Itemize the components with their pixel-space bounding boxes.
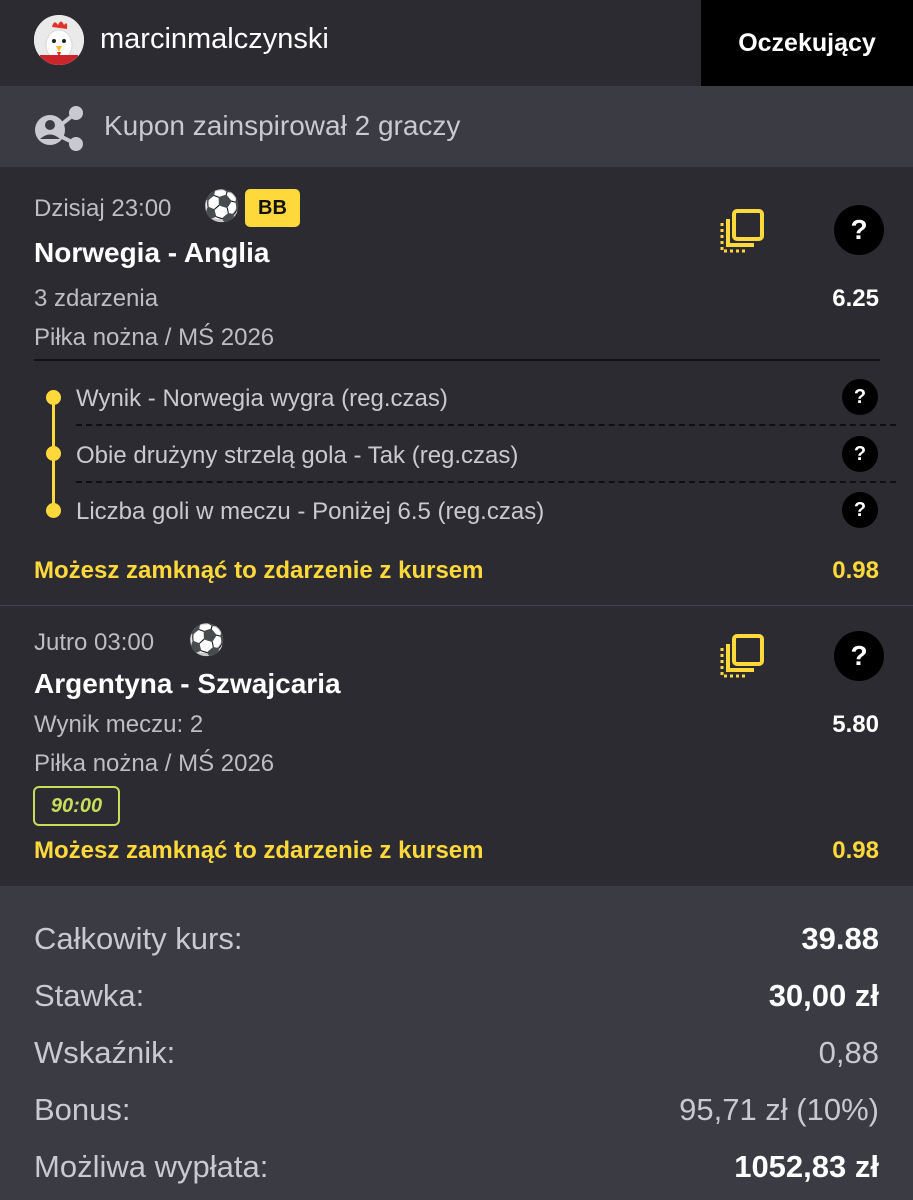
event-market: 3 zdarzenia bbox=[34, 285, 159, 312]
share-network-icon bbox=[35, 106, 83, 151]
event-card: Jutro 03:00 ⚽ ? Argentyna - Szwajcaria W… bbox=[0, 606, 913, 886]
cashout-odds[interactable]: 0.98 bbox=[832, 557, 879, 585]
stake-label: Stawka: bbox=[34, 978, 145, 1013]
username[interactable]: marcinmalczynski bbox=[100, 23, 329, 56]
cashout-link[interactable]: Możesz zamknąć to zdarzenie z kursem bbox=[34, 837, 483, 865]
divider bbox=[34, 359, 880, 361]
coupon-summary: Całkowity kurs: 39.88 Stawka: 30,00 zł W… bbox=[0, 886, 913, 1200]
event-odds: 6.25 bbox=[832, 285, 879, 312]
copy-icon[interactable] bbox=[720, 209, 766, 253]
help-button[interactable]: ? bbox=[834, 205, 884, 255]
bonus-value: 95,71 zł (10%) bbox=[679, 1092, 879, 1127]
inspired-text: Kupon zainspirował 2 graczy bbox=[104, 110, 461, 141]
selection-item: Liczba goli w meczu - Poniżej 6.5 (reg.c… bbox=[76, 498, 545, 525]
help-button[interactable]: ? bbox=[834, 631, 884, 681]
timeline-dot bbox=[46, 390, 61, 405]
inspired-banner[interactable]: Kupon zainspirował 2 graczy bbox=[0, 86, 913, 167]
event-league: Piłka nożna / MŚ 2026 bbox=[34, 750, 275, 777]
total-odds-label: Całkowity kurs: bbox=[34, 921, 243, 956]
cashout-link[interactable]: Możesz zamknąć to zdarzenie z kursem bbox=[34, 557, 483, 585]
event-odds: 5.80 bbox=[832, 711, 879, 738]
cashout-odds[interactable]: 0.98 bbox=[832, 837, 879, 865]
avatar[interactable] bbox=[34, 15, 84, 65]
payout-value: 1052,83 zł bbox=[734, 1149, 879, 1184]
status-button[interactable]: Oczekujący bbox=[701, 0, 913, 86]
timeline-dot bbox=[46, 446, 61, 461]
payout-label: Możliwa wypłata: bbox=[34, 1149, 269, 1184]
soccer-ball-icon: ⚽ bbox=[203, 190, 241, 223]
event-teams[interactable]: Norwegia - Anglia bbox=[34, 237, 269, 269]
event-card: Dzisiaj 23:00 ⚽ BB ? Norwegia - Anglia 3… bbox=[0, 167, 913, 605]
soccer-ball-icon: ⚽ bbox=[188, 624, 226, 657]
ratio-label: Wskaźnik: bbox=[34, 1035, 176, 1070]
selection-help-button[interactable]: ? bbox=[842, 379, 878, 415]
selection-item: Wynik - Norwegia wygra (reg.czas) bbox=[76, 385, 448, 412]
selection-help-button[interactable]: ? bbox=[842, 492, 878, 528]
stake-value: 30,00 zł bbox=[768, 978, 879, 1013]
selection-item: Obie drużyny strzelą gola - Tak (reg.cza… bbox=[76, 442, 519, 469]
dashed-divider bbox=[76, 424, 896, 426]
event-league: Piłka nożna / MŚ 2026 bbox=[34, 324, 275, 351]
bet-builder-badge: BB bbox=[245, 189, 300, 227]
event-datetime: Jutro 03:00 bbox=[34, 629, 155, 656]
match-time-chip: 90:00 bbox=[33, 786, 120, 826]
rooster-icon bbox=[34, 15, 84, 65]
timeline-dot bbox=[46, 503, 61, 518]
ratio-value: 0,88 bbox=[818, 1035, 879, 1070]
event-teams[interactable]: Argentyna - Szwajcaria bbox=[34, 668, 341, 700]
bonus-label: Bonus: bbox=[34, 1092, 131, 1127]
coupon-header: marcinmalczynski Oczekujący bbox=[0, 0, 913, 86]
event-datetime: Dzisiaj 23:00 bbox=[34, 195, 172, 222]
dashed-divider bbox=[76, 481, 896, 483]
event-market: Wynik meczu: 2 bbox=[34, 711, 204, 738]
total-odds-value: 39.88 bbox=[801, 921, 879, 956]
selection-help-button[interactable]: ? bbox=[842, 436, 878, 472]
copy-icon[interactable] bbox=[720, 634, 766, 678]
